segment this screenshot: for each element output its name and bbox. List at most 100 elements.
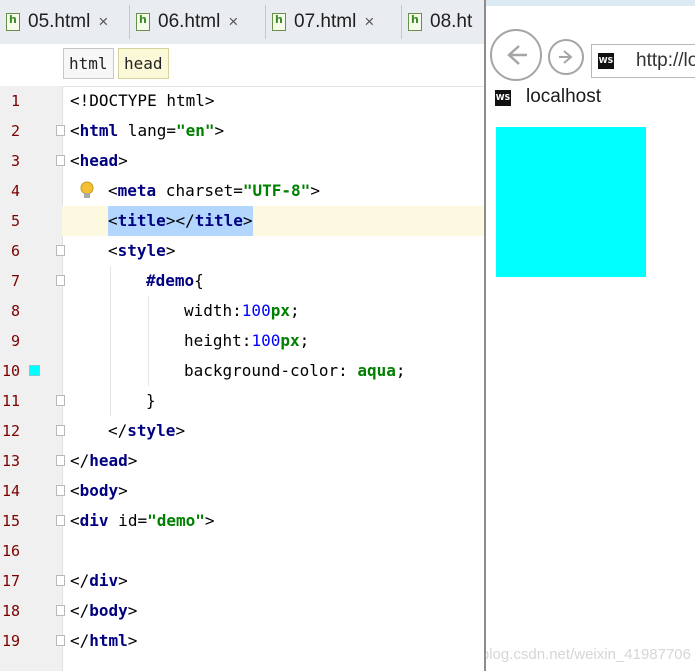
css-unit: px: [270, 301, 290, 320]
code-line[interactable]: 12 </style>: [0, 416, 485, 446]
fold-marker-icon[interactable]: [56, 275, 65, 286]
lt: </: [70, 571, 90, 590]
code-text: </div>: [70, 566, 128, 596]
fold-marker-icon[interactable]: [56, 485, 65, 496]
code-text: </head>: [70, 446, 137, 476]
html-file-icon: [6, 13, 20, 31]
code-text: </body>: [70, 596, 137, 626]
line-number: 18: [1, 602, 20, 620]
code-line[interactable]: 16: [0, 536, 485, 566]
tag-name: head: [79, 151, 119, 170]
css-property: background-color:: [184, 361, 358, 380]
tab-label: 08.ht: [430, 11, 473, 32]
fold-marker-icon[interactable]: [56, 575, 65, 586]
code-line[interactable]: 14 <body>: [0, 476, 485, 506]
forward-button[interactable]: [548, 39, 584, 75]
tag-name: div: [79, 511, 109, 530]
tab-07-html[interactable]: 07.html ×: [266, 5, 402, 39]
lt: <: [108, 241, 118, 260]
breadcrumb-head[interactable]: head: [118, 48, 169, 79]
close-icon[interactable]: ×: [364, 12, 374, 32]
code-text: background-color: aqua;: [184, 356, 406, 386]
line-number: 1: [10, 92, 20, 110]
tab-08-html[interactable]: 08.ht: [402, 5, 485, 39]
code-line[interactable]: 15 <div id="demo">: [0, 506, 485, 536]
tag-name: title: [194, 211, 243, 230]
line-number: 11: [1, 392, 20, 410]
code-line-current[interactable]: 5 <title></title>: [0, 206, 485, 236]
code-text: </html>: [70, 626, 137, 656]
code-line[interactable]: 3 <head>: [0, 146, 485, 176]
fold-marker-icon[interactable]: [56, 395, 65, 406]
fold-marker-icon[interactable]: [56, 425, 65, 436]
code-text: }: [146, 391, 156, 410]
gt: >: [118, 481, 128, 500]
url-text[interactable]: http://lo: [636, 50, 695, 72]
close-icon[interactable]: ×: [228, 12, 238, 32]
lt: </: [70, 601, 90, 620]
tag-name: head: [89, 451, 128, 470]
code-line[interactable]: 9 height:100px;: [0, 326, 485, 356]
browser-tab-title[interactable]: localhost: [526, 86, 601, 108]
code-line[interactable]: 19 </html>: [0, 626, 485, 656]
selected-code-text: <title></title>: [108, 206, 253, 236]
fold-marker-icon[interactable]: [56, 125, 65, 136]
code-line[interactable]: 1 <!DOCTYPE html>: [0, 86, 485, 116]
fold-marker-icon[interactable]: [56, 635, 65, 646]
css-number: 100: [251, 331, 281, 350]
fold-marker-icon[interactable]: [56, 455, 65, 466]
line-number: 4: [10, 182, 20, 200]
semicolon: ;: [289, 301, 300, 320]
watermark-text: https://blog.csdn.net/weixin_41987706: [486, 646, 691, 663]
gt: >: [118, 151, 128, 170]
code-line[interactable]: 11 }: [0, 386, 485, 416]
code-text: <html lang="en">: [70, 116, 224, 146]
html-file-icon: [272, 13, 286, 31]
code-text: <div id="demo">: [70, 506, 215, 536]
code-editor: 05.html × 06.html × 07.html × 08.ht html…: [0, 0, 485, 671]
gt: >: [175, 421, 186, 440]
lt: <: [108, 181, 118, 200]
code-line[interactable]: 10 background-color: aqua;: [0, 356, 485, 386]
code-line[interactable]: 13 </head>: [0, 446, 485, 476]
code-line[interactable]: 4 <meta charset="UTF-8">: [0, 176, 485, 206]
color-preview-icon[interactable]: [29, 365, 40, 376]
tag-name: style: [117, 241, 166, 260]
lightbulb-icon[interactable]: [80, 181, 94, 201]
fold-marker-icon[interactable]: [56, 155, 65, 166]
html-file-icon: [136, 13, 150, 31]
code-line[interactable]: 7 #demo{: [0, 266, 485, 296]
fold-marker-icon[interactable]: [56, 605, 65, 616]
code-line[interactable]: 17 </div>: [0, 566, 485, 596]
line-number: 14: [1, 482, 20, 500]
lt: </: [108, 421, 128, 440]
back-button[interactable]: [490, 29, 542, 81]
tab-label: 07.html: [294, 11, 357, 32]
breadcrumb-html[interactable]: html: [63, 48, 114, 79]
lt: </: [70, 631, 90, 650]
gt: >: [204, 511, 215, 530]
attr-value: "demo": [147, 511, 205, 530]
attr-value: "UTF-8": [242, 181, 311, 200]
code-line[interactable]: 8 width:100px;: [0, 296, 485, 326]
tab-label: 06.html: [158, 11, 221, 32]
tab-06-html[interactable]: 06.html ×: [130, 5, 266, 39]
line-number: 16: [1, 542, 20, 560]
breadcrumb: html head: [0, 44, 485, 87]
fold-marker-icon[interactable]: [56, 515, 65, 526]
address-bar[interactable]: WS http://lo: [591, 44, 695, 78]
attr-value: "en": [175, 121, 215, 140]
line-number: 10: [1, 362, 20, 380]
code-line[interactable]: 6 <style>: [0, 236, 485, 266]
close-icon[interactable]: ×: [98, 12, 108, 32]
css-property: height:: [184, 331, 252, 350]
code-text: <body>: [70, 476, 128, 506]
tag-name: style: [127, 421, 176, 440]
fold-marker-icon[interactable]: [56, 245, 65, 256]
lt: <: [70, 511, 80, 530]
gt: >: [127, 631, 138, 650]
tab-05-html[interactable]: 05.html ×: [0, 5, 130, 39]
code-line[interactable]: 2 <html lang="en">: [0, 116, 485, 146]
code-line[interactable]: 18 </body>: [0, 596, 485, 626]
line-number: 6: [10, 242, 20, 260]
